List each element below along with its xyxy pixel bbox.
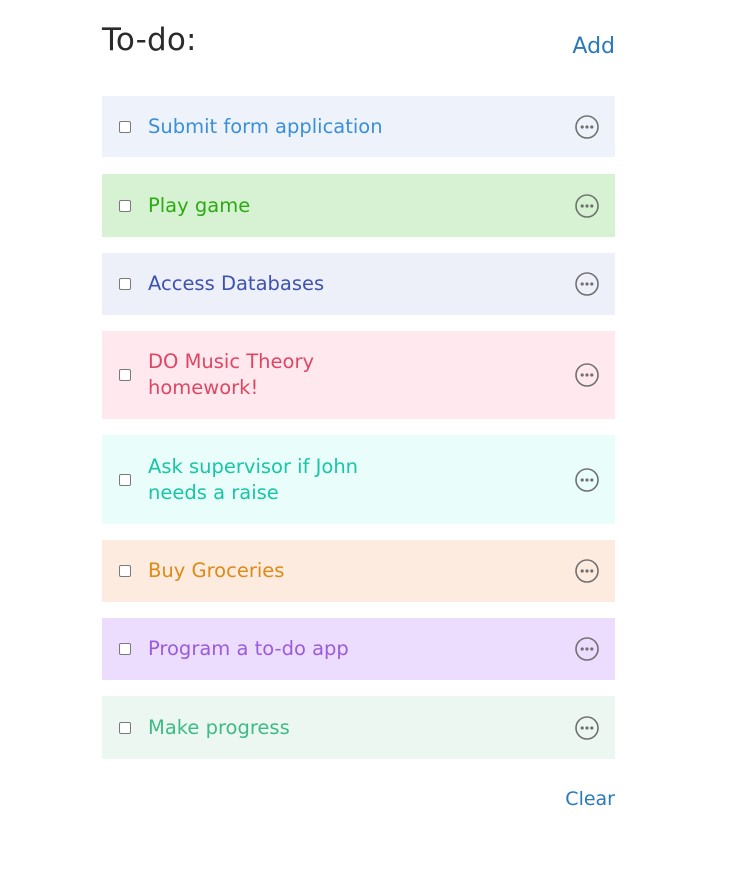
task-label: Play game xyxy=(148,193,251,217)
todo-header: To-do: Add xyxy=(102,0,615,96)
more-options-icon[interactable] xyxy=(575,715,599,740)
task-item[interactable]: Make progress xyxy=(102,696,615,759)
task-checkbox[interactable] xyxy=(119,565,131,577)
task-label: Submit form application xyxy=(148,114,383,138)
task-item[interactable]: Access Databases xyxy=(102,253,615,315)
page-title: To-do: xyxy=(102,22,197,58)
more-options-icon[interactable] xyxy=(575,363,599,387)
task-item[interactable]: Program a to-do app xyxy=(102,618,615,680)
task-label: Make progress xyxy=(148,715,290,739)
task-checkbox[interactable] xyxy=(119,120,131,133)
task-item[interactable]: Submit form application xyxy=(102,96,615,157)
todo-app: To-do: Add Submit form application Play g… xyxy=(102,0,615,810)
task-checkbox[interactable] xyxy=(119,369,131,381)
task-item[interactable]: Ask supervisor if John needs a raise xyxy=(102,435,615,524)
add-button[interactable]: Add xyxy=(572,32,615,62)
task-label: Buy Groceries xyxy=(148,559,285,582)
task-checkbox[interactable] xyxy=(119,721,131,734)
task-item[interactable]: DO Music Theory homework! xyxy=(102,331,615,419)
task-label: DO Music Theory homework! xyxy=(148,350,314,399)
task-item[interactable]: Play game xyxy=(102,174,615,237)
more-options-icon[interactable] xyxy=(575,559,599,583)
more-options-icon[interactable] xyxy=(575,114,599,139)
clear-button[interactable]: Clear xyxy=(565,786,615,812)
more-options-icon[interactable] xyxy=(575,193,599,218)
more-options-icon[interactable] xyxy=(575,272,599,296)
task-checkbox[interactable] xyxy=(119,278,131,290)
task-item[interactable]: Buy Groceries xyxy=(102,540,615,602)
task-label: Program a to-do app xyxy=(148,637,349,660)
task-checkbox[interactable] xyxy=(119,473,131,486)
task-checkbox[interactable] xyxy=(119,199,131,212)
task-label: Ask supervisor if John needs a raise xyxy=(148,454,359,504)
task-label: Access Databases xyxy=(148,272,325,295)
more-options-icon[interactable] xyxy=(575,637,599,661)
more-options-icon[interactable] xyxy=(575,467,599,492)
task-checkbox[interactable] xyxy=(119,643,131,655)
